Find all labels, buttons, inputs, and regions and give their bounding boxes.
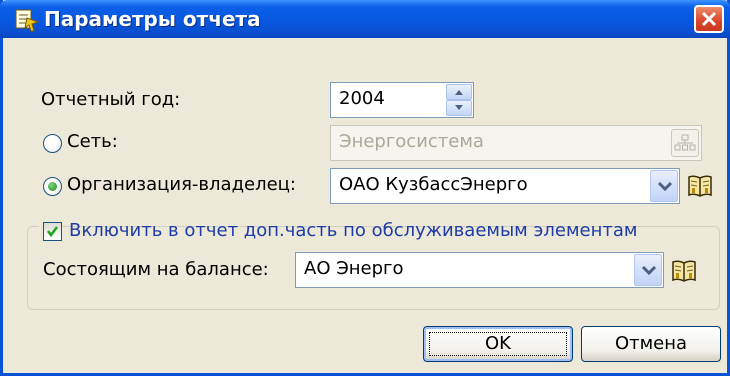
balance-value: АО Энерго [304,258,404,279]
owner-dropdown-button[interactable] [650,170,678,202]
checkmark-icon [47,226,58,238]
owner-radio[interactable] [43,177,62,196]
year-label: Отчетный год: [41,89,181,110]
include-checkbox-label: Включить в отчет доп.часть по обслуживае… [69,220,638,241]
owner-label: Организация-владелец: [67,174,296,195]
arrow-up-icon [455,90,463,95]
network-radio[interactable] [43,134,62,153]
radio-selected-dot [48,182,57,191]
balance-label: Состоящим на балансе: [43,259,269,280]
network-field: Энергосистема [330,125,702,161]
cancel-button[interactable]: Отмена [581,326,721,362]
close-icon [701,11,717,27]
year-stepper[interactable]: 2004 [330,82,474,118]
year-value: 2004 [339,88,385,109]
network-value: Энергосистема [339,131,484,152]
hierarchy-icon [674,134,696,151]
year-spinner [446,84,472,116]
include-checkbox-row[interactable]: Включить в отчет доп.часть по обслуживае… [39,220,637,244]
focus-rectangle [429,332,567,356]
report-settings-icon [15,9,40,32]
book-icon[interactable] [670,258,698,284]
network-tree-button [671,129,699,157]
dialog-title: Параметры отчета [44,7,261,31]
include-checkbox[interactable] [43,222,62,241]
balance-dropdown-button[interactable] [634,254,662,286]
owner-select[interactable]: ОАО КузбассЭнерго [330,168,680,204]
chevron-down-icon [642,266,656,276]
chevron-down-icon [658,182,672,192]
book-icon[interactable] [686,173,714,199]
year-up-button[interactable] [446,84,472,100]
cancel-button-label: Отмена [614,333,688,354]
ok-button[interactable]: OK [423,326,573,362]
title-bar[interactable]: Параметры отчета [0,0,730,38]
owner-value: ОАО КузбассЭнерго [339,174,528,195]
balance-select[interactable]: АО Энерго [295,252,664,288]
close-button[interactable] [694,5,724,33]
report-parameters-dialog: Параметры отчета Отчетный год: 2004 Сеть… [0,0,730,376]
year-down-button[interactable] [446,100,472,116]
arrow-down-icon [455,105,463,110]
network-label: Сеть: [67,131,118,152]
